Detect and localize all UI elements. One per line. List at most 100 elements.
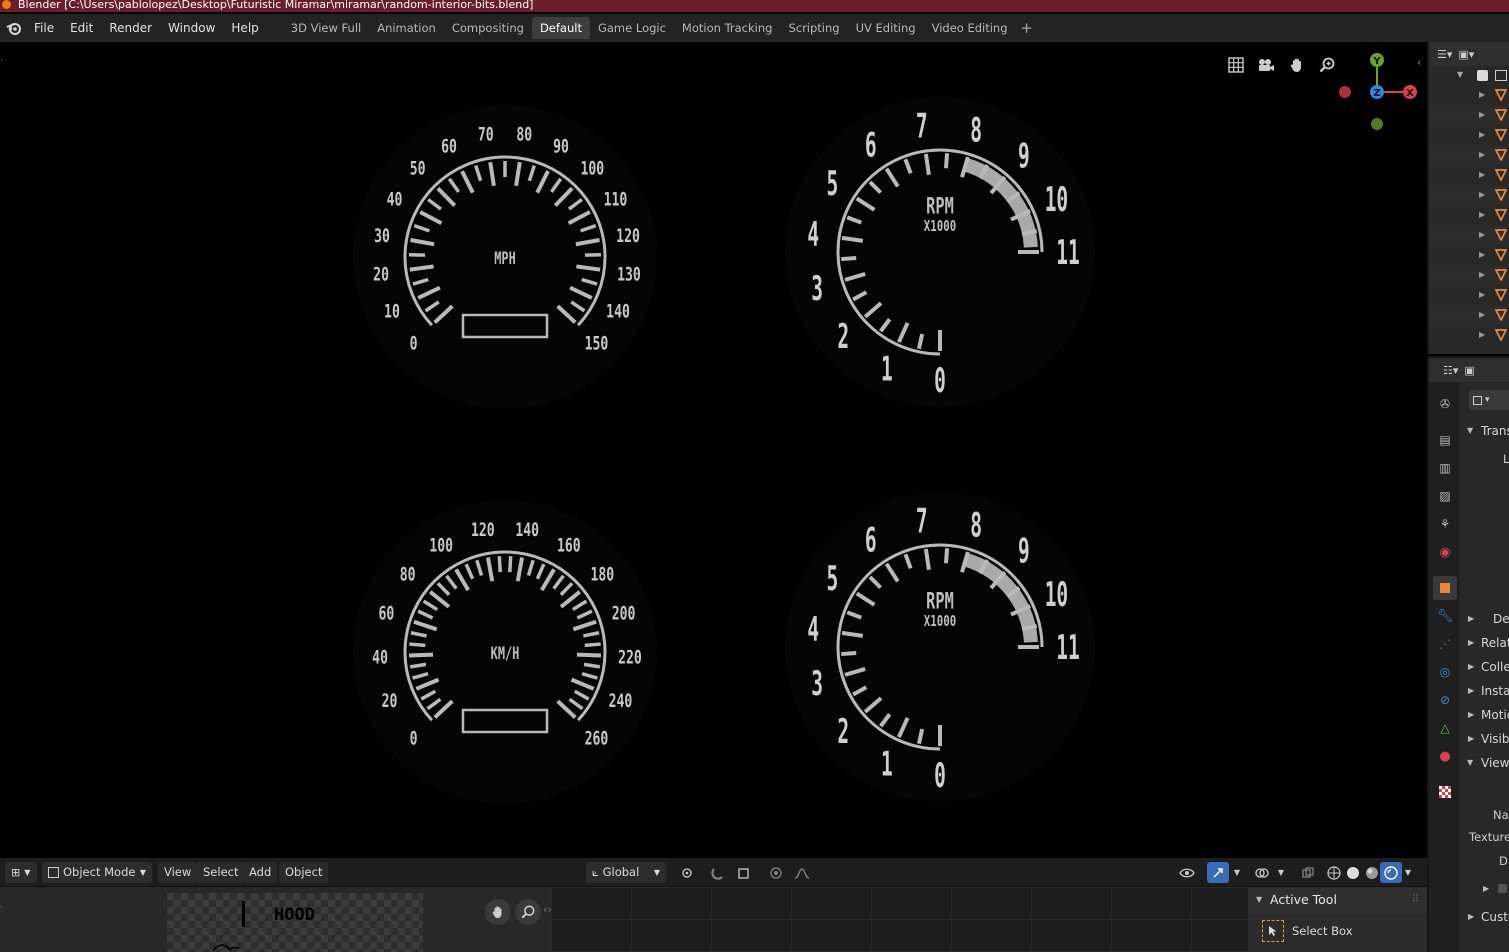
- bounds-subpanel-toggle[interactable]: ▶: [1483, 884, 1507, 893]
- view-layer-icon[interactable]: ▨: [1433, 484, 1457, 508]
- transform-orientation-dropdown[interactable]: ⟀ Global ▼: [586, 862, 666, 883]
- drag-handle-icon[interactable]: ⠿: [1412, 887, 1419, 913]
- outliner-object-row[interactable]: ▶: [1429, 146, 1509, 166]
- tab-game-logic[interactable]: Game Logic: [590, 17, 674, 39]
- image-editor-collapse-icon[interactable]: ·: [0, 903, 3, 913]
- grid-view-icon[interactable]: [1223, 52, 1249, 78]
- outliner-object-row[interactable]: ▶: [1429, 126, 1509, 146]
- object-menu[interactable]: Object: [279, 862, 329, 883]
- chevron-down-icon[interactable]: ▼: [1400, 862, 1416, 883]
- visibility-eye-icon[interactable]: [1172, 862, 1202, 883]
- material-icon[interactable]: ●: [1433, 744, 1457, 768]
- outliner-scene-collection-row[interactable]: ▼: [1429, 66, 1509, 86]
- pan-hand-icon[interactable]: [485, 899, 511, 925]
- section-viewport-display[interactable]: View: [1461, 752, 1509, 774]
- tool-settings-icon[interactable]: ✇: [1433, 392, 1457, 416]
- xray-toggle-icon[interactable]: [1297, 862, 1319, 883]
- expand-arrow-icon[interactable]: ▶: [1479, 250, 1485, 259]
- section-collections[interactable]: Colle: [1461, 656, 1509, 678]
- menu-help[interactable]: Help: [223, 17, 266, 39]
- menu-edit[interactable]: Edit: [62, 17, 101, 39]
- outliner-object-row[interactable]: ▶: [1429, 226, 1509, 246]
- section-motion-paths[interactable]: Motio: [1461, 704, 1509, 726]
- scene-properties-icon[interactable]: ⚘: [1433, 512, 1457, 536]
- world-properties-icon[interactable]: ◉: [1433, 540, 1457, 564]
- outliner-object-row[interactable]: ▶: [1429, 266, 1509, 286]
- object-properties-icon[interactable]: [1433, 576, 1457, 600]
- pin-icon[interactable]: ▣: [1464, 364, 1474, 377]
- expand-arrow-icon[interactable]: ▶: [1479, 210, 1485, 219]
- pan-hand-icon[interactable]: [1284, 52, 1310, 78]
- expand-arrow-icon[interactable]: ▶: [1479, 90, 1485, 99]
- properties-editor-icon[interactable]: ☷▾: [1443, 364, 1458, 377]
- checkbox-icon[interactable]: [1477, 70, 1488, 81]
- outliner-object-row[interactable]: ▶: [1429, 326, 1509, 346]
- section-custom-properties[interactable]: Custo: [1461, 906, 1509, 928]
- viewport-3d[interactable]: 0 10 20 30 40 50 60 70 80 90 100 110 120 130 140 150 MPH…: [0, 42, 1427, 884]
- section-transform[interactable]: Trans: [1461, 420, 1509, 442]
- outliner-object-row[interactable]: ▶: [1429, 246, 1509, 266]
- tab-uv-editing[interactable]: UV Editing: [848, 17, 924, 39]
- object-data-icon[interactable]: △: [1433, 716, 1457, 740]
- add-menu[interactable]: Add: [243, 862, 278, 883]
- gizmo-toggle-icon[interactable]: [1207, 862, 1229, 883]
- node-editor-area[interactable]: [551, 886, 1248, 952]
- snap-icon[interactable]: [707, 862, 729, 883]
- pivot-point-icon[interactable]: [673, 862, 703, 883]
- expand-arrow-icon[interactable]: ▶: [1479, 130, 1485, 139]
- tab-animation[interactable]: Animation: [369, 17, 444, 39]
- mode-dropdown[interactable]: Object Mode ▼: [42, 862, 152, 883]
- modifier-wrench-icon[interactable]: 🔧︎: [1433, 604, 1457, 628]
- camera-view-icon[interactable]: [1253, 52, 1279, 78]
- expand-arrow-icon[interactable]: ▶: [1479, 190, 1485, 199]
- outliner-object-row[interactable]: ▶: [1429, 306, 1509, 326]
- section-relations[interactable]: Relat: [1461, 632, 1509, 654]
- expand-arrow-icon[interactable]: ▶: [1479, 230, 1485, 239]
- section-visibility[interactable]: Visibi: [1461, 728, 1509, 750]
- expand-arrow-icon[interactable]: ▶: [1479, 150, 1485, 159]
- section-delta-transform[interactable]: De: [1461, 608, 1509, 630]
- expand-arrow-icon[interactable]: ▶: [1479, 330, 1485, 339]
- outliner-filter-icon[interactable]: ▣▾: [1458, 48, 1474, 61]
- expand-arrow-icon[interactable]: ▶: [1479, 310, 1485, 319]
- render-properties-icon[interactable]: ▤: [1433, 428, 1457, 452]
- navigation-gizmo[interactable]: Y X Z: [1333, 50, 1423, 134]
- texture-icon[interactable]: [1433, 780, 1457, 804]
- object-name-field[interactable]: ▾: [1469, 390, 1509, 410]
- particles-icon[interactable]: ⋰: [1433, 632, 1457, 656]
- section-instancing[interactable]: Insta: [1461, 680, 1509, 702]
- image-canvas[interactable]: HOOD: [167, 893, 423, 952]
- outliner-object-row[interactable]: ▶: [1429, 186, 1509, 206]
- tab-motion-tracking[interactable]: Motion Tracking: [674, 17, 781, 39]
- select-box-tool[interactable]: Select Box: [1248, 913, 1427, 949]
- falloff-curve-icon[interactable]: [788, 862, 816, 883]
- gizmo-neg-y-axis[interactable]: [1371, 118, 1383, 130]
- collapse-toolbar-arrow-icon[interactable]: ·: [0, 56, 3, 66]
- tab-scripting[interactable]: Scripting: [780, 17, 847, 39]
- outliner-display-mode-icon[interactable]: ☰▾: [1437, 48, 1452, 61]
- rendered-shading-icon[interactable]: [1380, 862, 1402, 883]
- blender-logo-icon[interactable]: [2, 14, 26, 42]
- expand-arrow-icon[interactable]: ▶: [1479, 290, 1485, 299]
- outliner-object-row[interactable]: ▶: [1429, 166, 1509, 186]
- tab-video-editing[interactable]: Video Editing: [924, 17, 1016, 39]
- editor-type-dropdown[interactable]: ⊞ ▼: [5, 862, 37, 883]
- snap-target-icon[interactable]: [730, 862, 760, 883]
- chevron-down-icon[interactable]: ▼: [1273, 862, 1289, 883]
- tab-3d-view-full[interactable]: 3D View Full: [283, 17, 369, 39]
- gizmo-neg-x-axis[interactable]: [1339, 86, 1351, 98]
- add-workspace-button[interactable]: +: [1016, 17, 1038, 39]
- constraints-icon[interactable]: ⊘: [1433, 688, 1457, 712]
- physics-icon[interactable]: ◎: [1433, 660, 1457, 684]
- menu-file[interactable]: File: [26, 17, 62, 39]
- tab-default[interactable]: Default: [531, 17, 590, 39]
- chevron-down-icon[interactable]: ▼: [1229, 862, 1245, 883]
- outliner-object-row[interactable]: ▶: [1429, 286, 1509, 306]
- menu-window[interactable]: Window: [160, 17, 223, 39]
- tab-compositing[interactable]: Compositing: [444, 17, 532, 39]
- expand-arrow-icon[interactable]: ▶: [1479, 270, 1485, 279]
- select-menu[interactable]: Select: [197, 862, 245, 883]
- menu-render[interactable]: Render: [101, 17, 160, 39]
- outliner-object-row[interactable]: ▶: [1429, 86, 1509, 106]
- output-properties-icon[interactable]: ▥: [1433, 456, 1457, 480]
